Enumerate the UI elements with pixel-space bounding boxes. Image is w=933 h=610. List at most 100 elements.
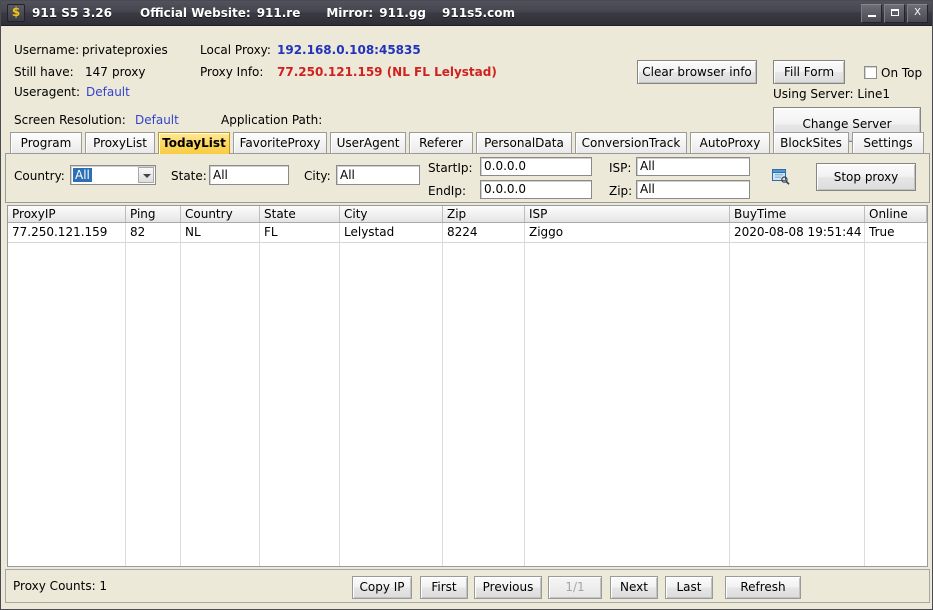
on-top-label: On Top bbox=[881, 66, 923, 80]
table-header-row: ProxyIP Ping Country State City Zip ISP BuyTime… bbox=[8, 206, 927, 223]
app-window: $ 911 S5 3.26 Official Website: 911.re M… bbox=[0, 0, 933, 610]
first-page-button[interactable]: First bbox=[420, 576, 468, 599]
table-cell-proxyip: 77.250.121.159 bbox=[12, 225, 108, 239]
filter-bar: Country: All State: All City: All StartI… bbox=[5, 153, 930, 203]
local-proxy-label: Local Proxy: bbox=[200, 43, 271, 57]
isp-label: ISP: bbox=[609, 161, 632, 175]
isp-input[interactable]: All bbox=[636, 157, 750, 176]
table-header-state[interactable]: State bbox=[260, 206, 340, 222]
fill-form-button[interactable]: Fill Form bbox=[773, 60, 845, 84]
tab-personaldata[interactable]: PersonalData bbox=[476, 132, 572, 153]
proxy-info-label: Proxy Info: bbox=[200, 65, 264, 79]
refresh-button[interactable]: Refresh bbox=[725, 576, 801, 599]
on-top-checkbox[interactable] bbox=[864, 66, 877, 79]
column-divider bbox=[864, 223, 865, 566]
minimize-button[interactable] bbox=[861, 4, 882, 23]
still-have-count: 147 bbox=[85, 65, 108, 79]
tab-bar: Program ProxyList TodayList FavoriteProxy Us… bbox=[5, 132, 930, 154]
proxy-info-value: 77.250.121.159 (NL FL Lelystad) bbox=[277, 65, 497, 79]
tab-program[interactable]: Program bbox=[10, 132, 82, 153]
window-controls: X bbox=[861, 4, 928, 23]
copy-ip-button[interactable]: Copy IP bbox=[352, 576, 412, 599]
column-divider bbox=[259, 223, 260, 566]
table-row[interactable]: 77.250.121.159 82 NL FL Lelystad 8224 Ziggo 202… bbox=[8, 223, 927, 243]
column-divider bbox=[729, 223, 730, 566]
stop-proxy-button[interactable]: Stop proxy bbox=[816, 163, 916, 191]
still-have-label: Still have: bbox=[14, 65, 74, 79]
official-website-value: 911.re bbox=[256, 6, 301, 20]
zip-label: Zip: bbox=[609, 184, 633, 198]
table-header-isp[interactable]: ISP bbox=[525, 206, 730, 222]
app-title: 911 S5 3.26 bbox=[32, 6, 113, 20]
table-cell-city: Lelystad bbox=[344, 225, 395, 239]
table-header-ping[interactable]: Ping bbox=[126, 206, 181, 222]
column-divider bbox=[524, 223, 525, 566]
tab-useragent[interactable]: UserAgent bbox=[330, 132, 406, 153]
table-header-proxyip[interactable]: ProxyIP bbox=[8, 206, 126, 222]
proxy-counts-label: Proxy Counts: 1 bbox=[13, 579, 108, 593]
username-value: privateproxies bbox=[82, 43, 168, 57]
proxy-table: ProxyIP Ping Country State City Zip ISP BuyTime… bbox=[7, 205, 928, 567]
mirror-value-2: 911s5.com bbox=[442, 6, 515, 20]
table-body: 77.250.121.159 82 NL FL Lelystad 8224 Ziggo 202… bbox=[8, 223, 927, 566]
last-page-button[interactable]: Last bbox=[665, 576, 713, 599]
tab-proxylist[interactable]: ProxyList bbox=[85, 132, 155, 153]
column-divider bbox=[180, 223, 181, 566]
startip-label: StartIp: bbox=[428, 161, 473, 175]
column-divider bbox=[125, 223, 126, 566]
info-panel: Username: privateproxies Still have: 147… bbox=[2, 27, 931, 142]
table-cell-isp: Ziggo bbox=[529, 225, 564, 239]
useragent-value[interactable]: Default bbox=[86, 85, 130, 99]
useragent-label: Useragent: bbox=[14, 85, 81, 99]
country-label: Country: bbox=[14, 169, 65, 183]
tab-settings[interactable]: Settings bbox=[852, 132, 924, 153]
startip-input[interactable]: 0.0.0.0 bbox=[480, 157, 592, 176]
zip-input[interactable]: All bbox=[636, 180, 750, 199]
mirror-label: Mirror: bbox=[326, 6, 374, 20]
local-proxy-value: 192.168.0.108:45835 bbox=[277, 43, 421, 57]
table-cell-buytime: 2020-08-08 19:51:44 bbox=[734, 225, 862, 239]
mirror-value: 911.gg bbox=[379, 6, 427, 20]
previous-page-button[interactable]: Previous bbox=[474, 576, 542, 599]
screen-resolution-value[interactable]: Default bbox=[135, 113, 179, 127]
endip-label: EndIp: bbox=[428, 184, 467, 198]
table-cell-ping: 82 bbox=[130, 225, 146, 239]
table-header-online[interactable]: Online bbox=[865, 206, 927, 222]
username-label: Username: bbox=[14, 43, 80, 57]
country-select[interactable]: All bbox=[70, 165, 156, 185]
city-label: City: bbox=[304, 169, 331, 183]
table-header-city[interactable]: City bbox=[340, 206, 443, 222]
maximize-button[interactable] bbox=[884, 4, 905, 23]
tab-conversiontrack[interactable]: ConversionTrack bbox=[575, 132, 687, 153]
state-input[interactable]: All bbox=[209, 165, 289, 185]
screen-resolution-label: Screen Resolution: bbox=[14, 113, 126, 127]
clear-browser-info-button[interactable]: Clear browser info bbox=[637, 60, 757, 84]
endip-input[interactable]: 0.0.0.0 bbox=[480, 180, 592, 199]
state-label: State: bbox=[171, 169, 207, 183]
column-divider bbox=[442, 223, 443, 566]
tab-todaylist[interactable]: TodayList bbox=[158, 132, 230, 154]
tab-referer[interactable]: Referer bbox=[409, 132, 473, 153]
using-server-label: Using Server: Line1 bbox=[773, 87, 891, 101]
chevron-down-icon[interactable] bbox=[138, 167, 154, 183]
search-icon[interactable] bbox=[772, 169, 790, 185]
table-cell-zip: 8224 bbox=[447, 225, 478, 239]
table-header-country[interactable]: Country bbox=[181, 206, 260, 222]
table-cell-online: True bbox=[869, 225, 895, 239]
status-bar: Proxy Counts: 1 Copy IP First Previous 1… bbox=[5, 569, 930, 603]
tab-autoproxy[interactable]: AutoProxy bbox=[690, 132, 770, 153]
official-website-label: Official Website: bbox=[140, 6, 251, 20]
tab-favoriteproxy[interactable]: FavoriteProxy bbox=[233, 132, 327, 153]
tab-blocksites[interactable]: BlockSites bbox=[773, 132, 849, 153]
application-path-label: Application Path: bbox=[221, 113, 323, 127]
table-header-zip[interactable]: Zip bbox=[443, 206, 525, 222]
title-bar: $ 911 S5 3.26 Official Website: 911.re M… bbox=[1, 1, 932, 26]
country-select-value: All bbox=[73, 168, 92, 182]
table-header-buytime[interactable]: BuyTime bbox=[730, 206, 865, 222]
close-button[interactable]: X bbox=[907, 4, 928, 23]
page-indicator: 1/1 bbox=[548, 576, 602, 599]
next-page-button[interactable]: Next bbox=[610, 576, 658, 599]
city-input[interactable]: All bbox=[336, 165, 420, 185]
dollar-icon: $ bbox=[7, 4, 25, 22]
column-divider bbox=[339, 223, 340, 566]
